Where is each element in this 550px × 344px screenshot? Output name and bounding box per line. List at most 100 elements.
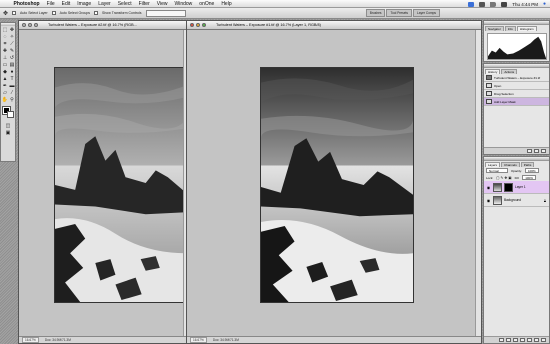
trash-icon[interactable] xyxy=(541,149,546,153)
slice-tool-icon[interactable]: ⟋ xyxy=(9,41,15,47)
menu-select[interactable]: Select xyxy=(114,1,135,7)
eye-icon[interactable]: ◉ xyxy=(486,198,491,203)
new-group-icon[interactable] xyxy=(527,338,532,342)
gradient-tool-icon[interactable]: ▤ xyxy=(9,62,15,68)
magic-wand-tool-icon[interactable]: ✧ xyxy=(9,34,15,40)
dodge-tool-icon[interactable]: ● xyxy=(9,69,15,75)
align-buttons[interactable] xyxy=(145,9,186,17)
healing-brush-tool-icon[interactable]: ✚ xyxy=(2,48,8,54)
layers-palette: Layers Channels Paths Normal Opacity: 10… xyxy=(483,156,550,344)
layer-mask-thumbnail[interactable] xyxy=(504,182,513,192)
tab-navigator[interactable]: Navigator xyxy=(485,26,504,31)
opacity-field[interactable]: 100% xyxy=(525,168,539,173)
menu-help[interactable]: Help xyxy=(218,1,235,7)
auto-select-layer-checkbox[interactable] xyxy=(12,11,17,15)
flag-icon[interactable] xyxy=(468,1,475,7)
move-tool-icon[interactable]: ✥ xyxy=(3,10,8,17)
screen-mode-icon[interactable]: ▣ xyxy=(5,130,11,136)
menu-view[interactable]: View xyxy=(153,1,171,7)
pen-tool-icon[interactable]: ✒ xyxy=(2,83,8,89)
document-canvas[interactable] xyxy=(19,30,189,336)
menubar-clock[interactable]: Thu 4:44 PM xyxy=(512,2,538,7)
vertical-scrollbar[interactable] xyxy=(475,30,481,336)
display-icon[interactable] xyxy=(479,1,486,7)
zoom-level[interactable]: 16.67% xyxy=(190,337,207,343)
history-state-icon xyxy=(486,99,492,104)
volume-icon[interactable] xyxy=(490,1,497,7)
zoom-level[interactable]: 16.67% xyxy=(22,337,39,343)
tab-history[interactable]: History xyxy=(485,69,501,74)
history-item-drag-selection[interactable]: Drag Selection xyxy=(484,90,549,98)
auto-select-groups-checkbox[interactable] xyxy=(51,11,56,15)
layer-row-background[interactable]: ◉ Background 🔒︎ xyxy=(484,194,549,207)
shape-tool-icon[interactable]: ▬ xyxy=(9,83,15,89)
new-layer-icon[interactable] xyxy=(534,338,539,342)
battery-icon[interactable] xyxy=(501,1,508,7)
close-icon[interactable] xyxy=(22,23,26,27)
document-canvas[interactable] xyxy=(187,30,475,336)
menu-onone[interactable]: onOne xyxy=(196,1,218,7)
lasso-tool-icon[interactable]: ◌ xyxy=(2,34,8,40)
minimize-icon[interactable] xyxy=(28,23,32,27)
marquee-tool-icon[interactable]: ⬚ xyxy=(2,27,8,33)
history-item-add-layer-mask[interactable]: Add Layer Mask xyxy=(484,98,549,106)
new-document-icon[interactable] xyxy=(527,149,532,153)
quick-mask-icon[interactable]: ◫ xyxy=(5,123,11,129)
tab-histogram[interactable]: Histogram xyxy=(516,26,537,31)
add-mask-icon[interactable] xyxy=(513,338,518,342)
link-layers-icon[interactable] xyxy=(499,338,504,342)
hand-tool-icon[interactable]: ✋ xyxy=(2,97,8,103)
layer-style-icon[interactable] xyxy=(506,338,511,342)
trash-icon[interactable] xyxy=(541,338,546,342)
blend-mode-select[interactable]: Normal xyxy=(486,168,508,173)
eyedropper-tool-icon[interactable]: ⁄ xyxy=(9,90,15,96)
path-selection-tool-icon[interactable]: ▲ xyxy=(2,76,8,82)
close-icon[interactable] xyxy=(190,23,194,27)
tab-info[interactable]: Info xyxy=(504,26,516,31)
history-item-open[interactable]: Open xyxy=(484,82,549,90)
tab-layers[interactable]: Layers xyxy=(485,162,501,167)
background-color-swatch[interactable] xyxy=(7,111,14,118)
menu-photoshop[interactable]: Photoshop xyxy=(10,1,43,7)
menu-extras: Thu 4:44 PM ● xyxy=(468,0,546,8)
well-tab-tool-presets[interactable]: Tool Presets xyxy=(386,9,413,17)
document-titlebar[interactable]: Turbulent Waters – Exposure #2.tif @ 16.… xyxy=(19,21,189,30)
well-tab-brushes[interactable]: Brushes xyxy=(365,9,386,17)
tab-channels[interactable]: Channels xyxy=(501,162,520,167)
layer-name: Background xyxy=(504,198,522,202)
layer-row-layer-1[interactable]: ◉ Layer 1 xyxy=(484,181,549,194)
tab-paths[interactable]: Paths xyxy=(520,162,535,167)
menu-image[interactable]: Image xyxy=(74,1,95,7)
history-palette: History Actions Turbulent Waters – Expos… xyxy=(483,63,550,155)
clone-stamp-tool-icon[interactable]: ⊥ xyxy=(2,55,8,61)
fill-field[interactable]: 100% xyxy=(522,175,536,180)
notes-tool-icon[interactable]: ▱ xyxy=(2,90,8,96)
move-tool-icon[interactable]: ✥ xyxy=(9,27,15,33)
eye-icon[interactable]: ◉ xyxy=(486,185,491,190)
new-snapshot-icon[interactable] xyxy=(534,149,539,153)
menu-file[interactable]: File xyxy=(43,1,58,7)
menu-edit[interactable]: Edit xyxy=(58,1,74,7)
tab-actions[interactable]: Actions xyxy=(501,69,518,74)
type-tool-icon[interactable]: T xyxy=(9,76,15,82)
zoom-icon[interactable] xyxy=(34,23,38,27)
history-brush-tool-icon[interactable]: ↺ xyxy=(9,55,15,61)
zoom-icon[interactable] xyxy=(202,23,206,27)
minimize-icon[interactable] xyxy=(196,23,200,27)
crop-tool-icon[interactable]: ⌗ xyxy=(2,41,8,47)
zoom-tool-icon[interactable]: ⚲ xyxy=(9,97,15,103)
menu-filter[interactable]: Filter xyxy=(135,1,153,7)
menu-layer[interactable]: Layer xyxy=(95,1,115,7)
document-titlebar[interactable]: Turbulent Waters – Exposure #1.tif @ 16.… xyxy=(187,21,481,30)
show-transform-controls-checkbox[interactable] xyxy=(94,11,99,15)
menu-window[interactable]: Window xyxy=(171,1,196,7)
spotlight-icon[interactable]: ● xyxy=(543,1,546,7)
blur-tool-icon[interactable]: ◆ xyxy=(2,69,8,75)
lock-icons[interactable]: ▢ ✎ ✥ ▣ xyxy=(496,176,511,180)
brush-tool-icon[interactable]: ✎ xyxy=(9,48,15,54)
history-snapshot[interactable]: Turbulent Waters – Exposure #1.tif xyxy=(484,74,549,82)
adjustment-layer-icon[interactable] xyxy=(520,338,525,342)
tools-palette: ⬚ ✥ ◌ ✧ ⌗ ⟋ ✚ ✎ ⊥ ↺ ▭ ▤ ◆ ● ▲ T ✒ ▬ ▱ ⁄ … xyxy=(0,22,16,162)
well-tab-layer-comps[interactable]: Layer Comps xyxy=(413,9,440,17)
eraser-tool-icon[interactable]: ▭ xyxy=(2,62,8,68)
